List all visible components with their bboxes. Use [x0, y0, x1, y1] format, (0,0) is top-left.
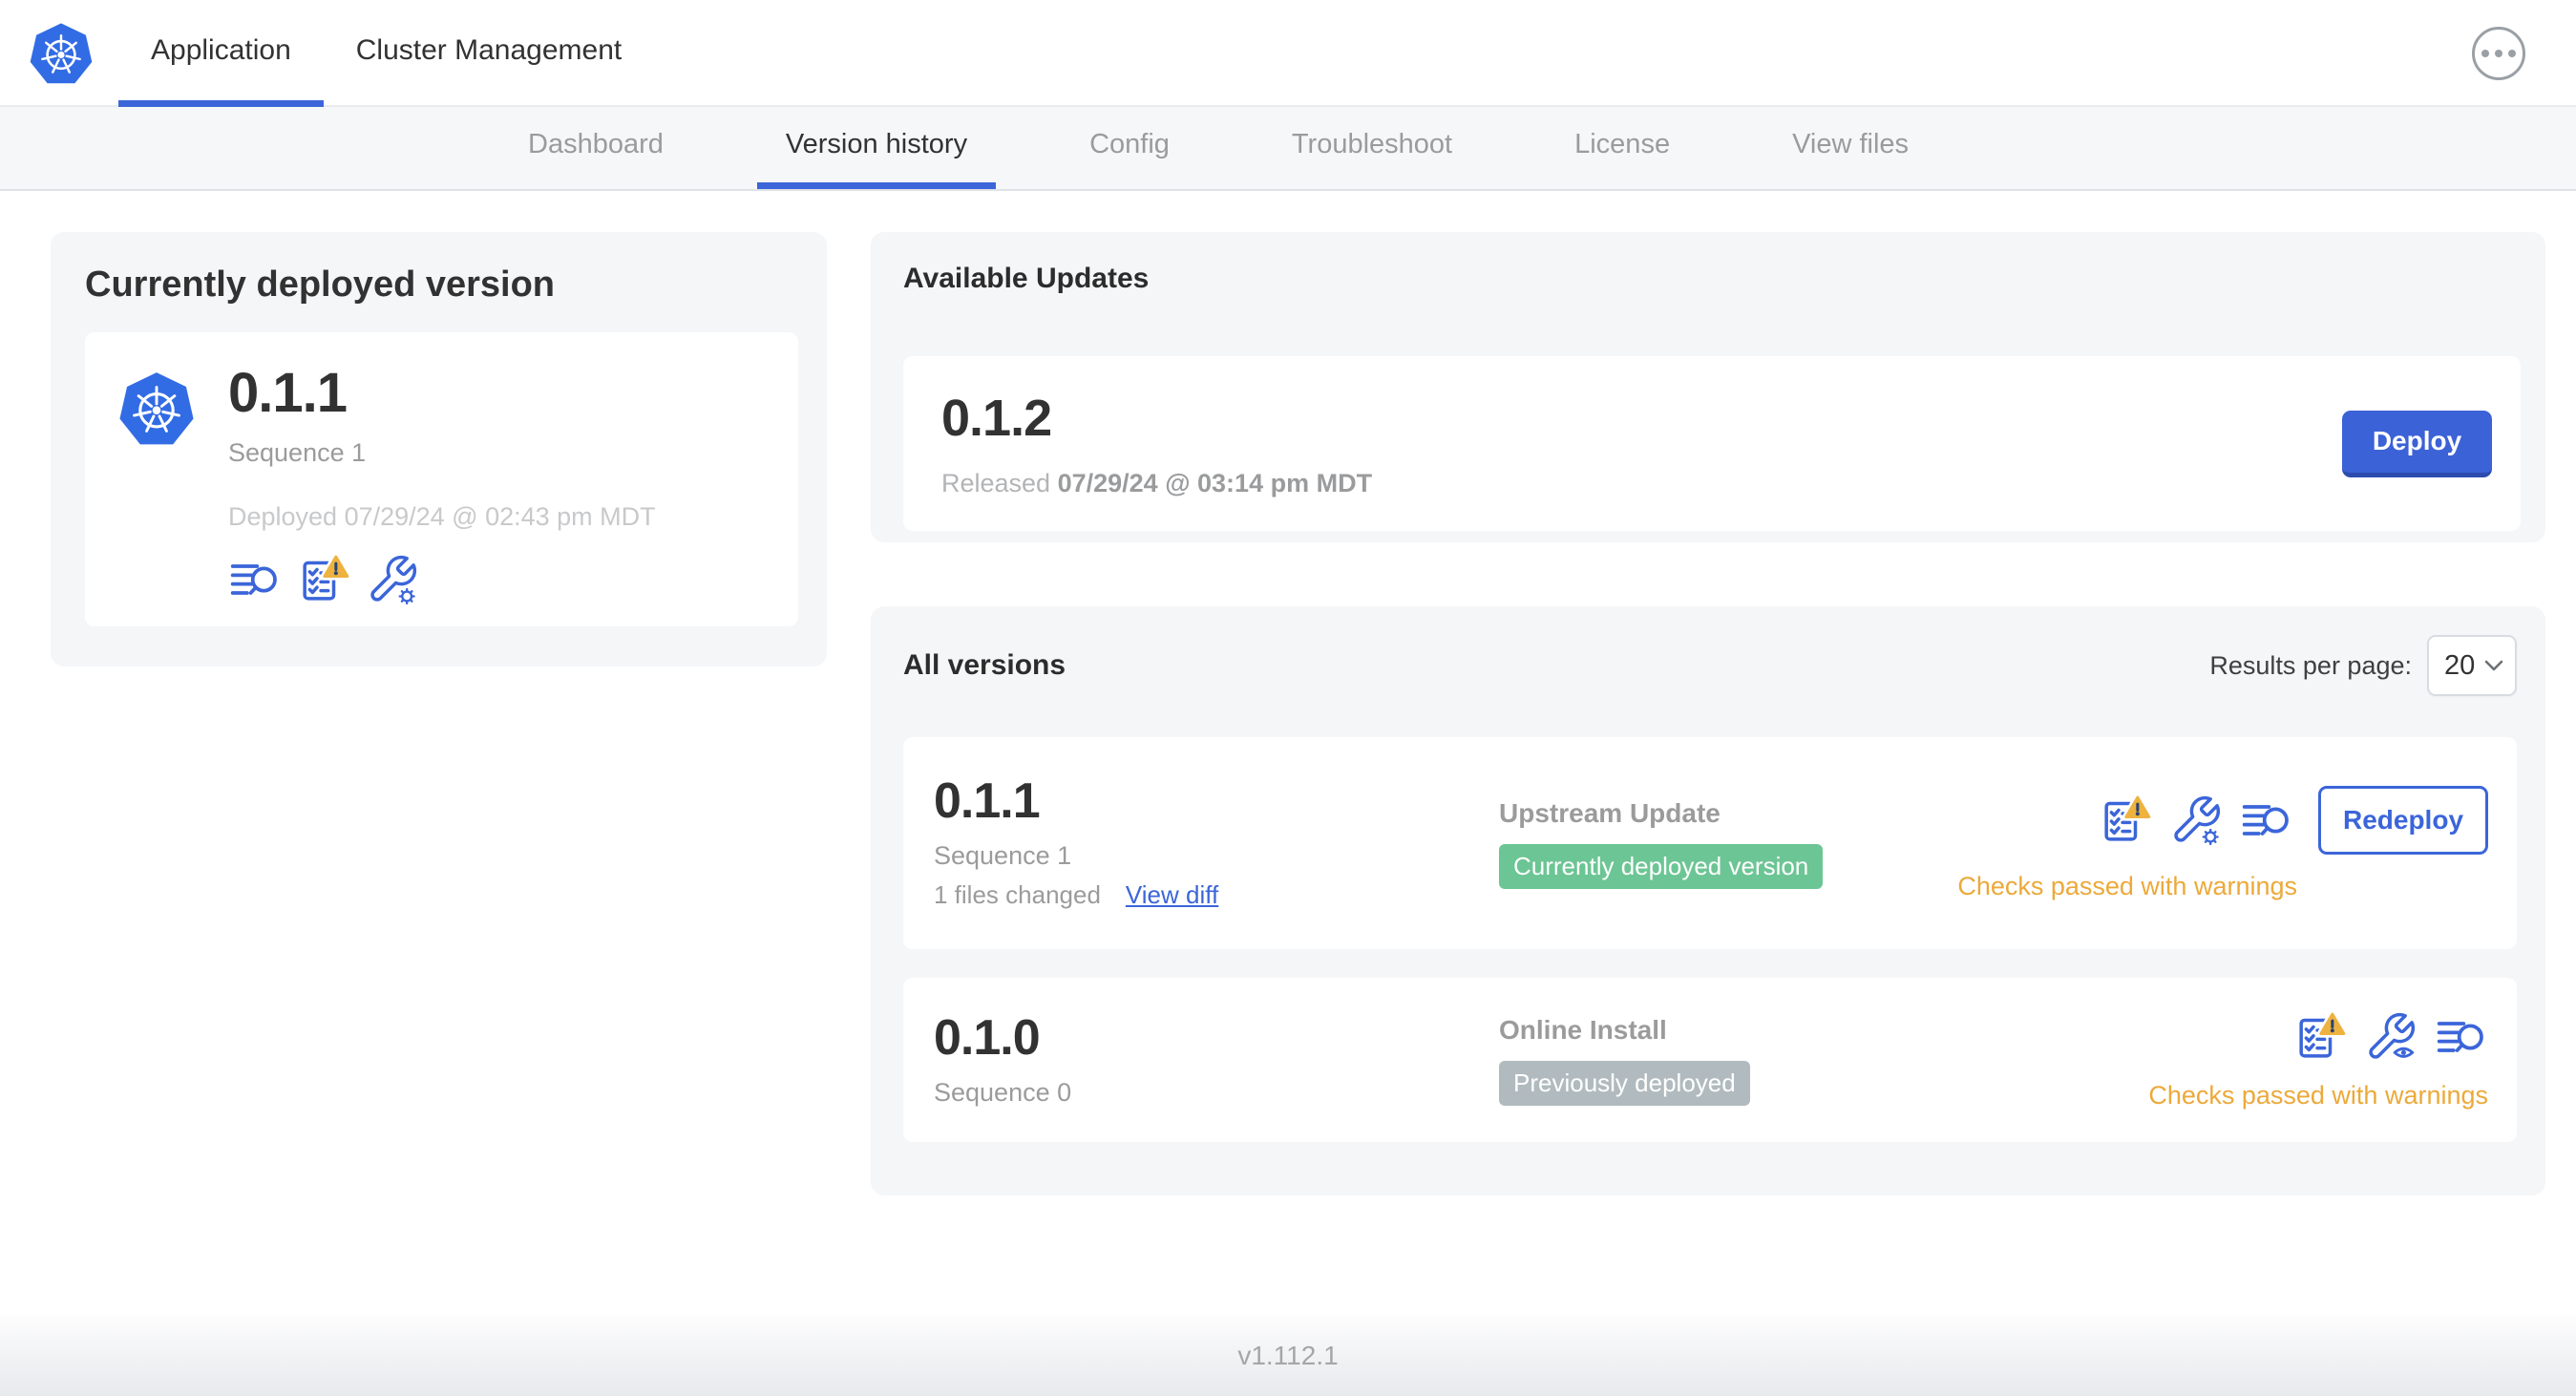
console-version: v1.112.1: [1237, 1340, 1339, 1370]
deployed-timestamp: Deployed 07/29/24 @ 02:43 pm MDT: [228, 501, 656, 531]
current-version-box: 0.1.1 Sequence 1 Deployed 07/29/24 @ 02:…: [85, 332, 798, 626]
results-per-page: Results per page: 20: [2209, 635, 2517, 696]
update-row: 0.1.2 Released 07/29/24 @ 03:14 pm MDT D…: [903, 356, 2521, 531]
tab-cluster-management[interactable]: Cluster Management: [324, 0, 654, 107]
more-options-button[interactable]: [2472, 27, 2525, 80]
release-notes-icon[interactable]: [2435, 1010, 2488, 1064]
deploy-button[interactable]: Deploy: [2342, 410, 2492, 477]
row-sequence: Sequence 0: [934, 1077, 1072, 1107]
nav-license[interactable]: License: [1546, 107, 1699, 189]
current-version-actions: [228, 553, 656, 606]
config-view-icon[interactable]: [2364, 1010, 2418, 1064]
top-bar: Application Cluster Management: [0, 0, 2576, 107]
preflight-checks-warning-icon[interactable]: [297, 553, 350, 606]
console-tabs: Application Cluster Management: [118, 0, 654, 107]
redeploy-button[interactable]: Redeploy: [2318, 785, 2488, 855]
ellipsis-icon: [2481, 50, 2516, 57]
release-notes-icon[interactable]: [2240, 793, 2293, 847]
status-badge: Currently deployed version: [1499, 843, 1824, 889]
version-source-label: Upstream Update: [1499, 797, 1721, 828]
results-per-page-label: Results per page:: [2209, 650, 2412, 680]
kubernetes-logo-icon: [27, 17, 95, 90]
footer: v1.112.1: [0, 1315, 2576, 1396]
results-per-page-select[interactable]: 20: [2427, 635, 2517, 696]
version-source-label: Online Install: [1499, 1014, 1667, 1045]
config-edit-icon[interactable]: [2169, 793, 2223, 847]
nav-version-history[interactable]: Version history: [756, 107, 997, 189]
all-versions-card: All versions Results per page: 20 0.1.1 …: [871, 606, 2545, 1195]
checks-status-text: Checks passed with warnings: [1957, 871, 2297, 900]
all-versions-title: All versions: [903, 649, 1066, 681]
tab-application[interactable]: Application: [118, 0, 324, 107]
app-nav: Dashboard Version history Config Trouble…: [0, 107, 2576, 191]
nav-view-files[interactable]: View files: [1763, 107, 1937, 189]
preflight-checks-warning-icon[interactable]: [2099, 793, 2152, 847]
released-timestamp: Released 07/29/24 @ 03:14 pm MDT: [941, 469, 1372, 498]
current-version-number: 0.1.1: [228, 362, 348, 424]
chevron-down-icon: [2484, 660, 2503, 671]
kubernetes-app-icon: [116, 365, 198, 453]
update-version-number: 0.1.2: [941, 390, 1052, 447]
row-version-number: 0.1.1: [934, 773, 1041, 829]
current-sequence: Sequence 1: [228, 437, 367, 467]
files-changed-label: 1 files changed: [934, 880, 1101, 909]
view-diff-link[interactable]: View diff: [1126, 880, 1218, 910]
row-version-number: 0.1.0: [934, 1009, 1041, 1066]
status-badge: Previously deployed: [1499, 1060, 1750, 1106]
nav-troubleshoot[interactable]: Troubleshoot: [1263, 107, 1481, 189]
version-row: 0.1.0 Sequence 0 Online Install Previous…: [903, 978, 2517, 1142]
nav-dashboard[interactable]: Dashboard: [499, 107, 692, 189]
available-updates-title: Available Updates: [903, 263, 1150, 294]
checks-status-text: Checks passed with warnings: [2148, 1080, 2488, 1110]
currently-deployed-title: Currently deployed version: [85, 264, 556, 305]
released-date: 07/29/24 @ 03:14 pm MDT: [1057, 469, 1373, 497]
released-prefix: Released: [941, 469, 1051, 497]
row-sequence: Sequence 1: [934, 841, 1072, 870]
currently-deployed-card: Currently deployed version 0.1.1 Sequenc…: [51, 232, 827, 666]
config-edit-icon[interactable]: [366, 553, 419, 606]
release-notes-icon[interactable]: [228, 553, 282, 606]
nav-config[interactable]: Config: [1061, 107, 1198, 189]
preflight-checks-warning-icon[interactable]: [2293, 1010, 2347, 1064]
available-updates-card: Available Updates 0.1.2 Released 07/29/2…: [871, 232, 2545, 542]
results-per-page-value: 20: [2444, 649, 2476, 681]
version-row: 0.1.1 Sequence 1 1 files changed View di…: [903, 737, 2517, 949]
